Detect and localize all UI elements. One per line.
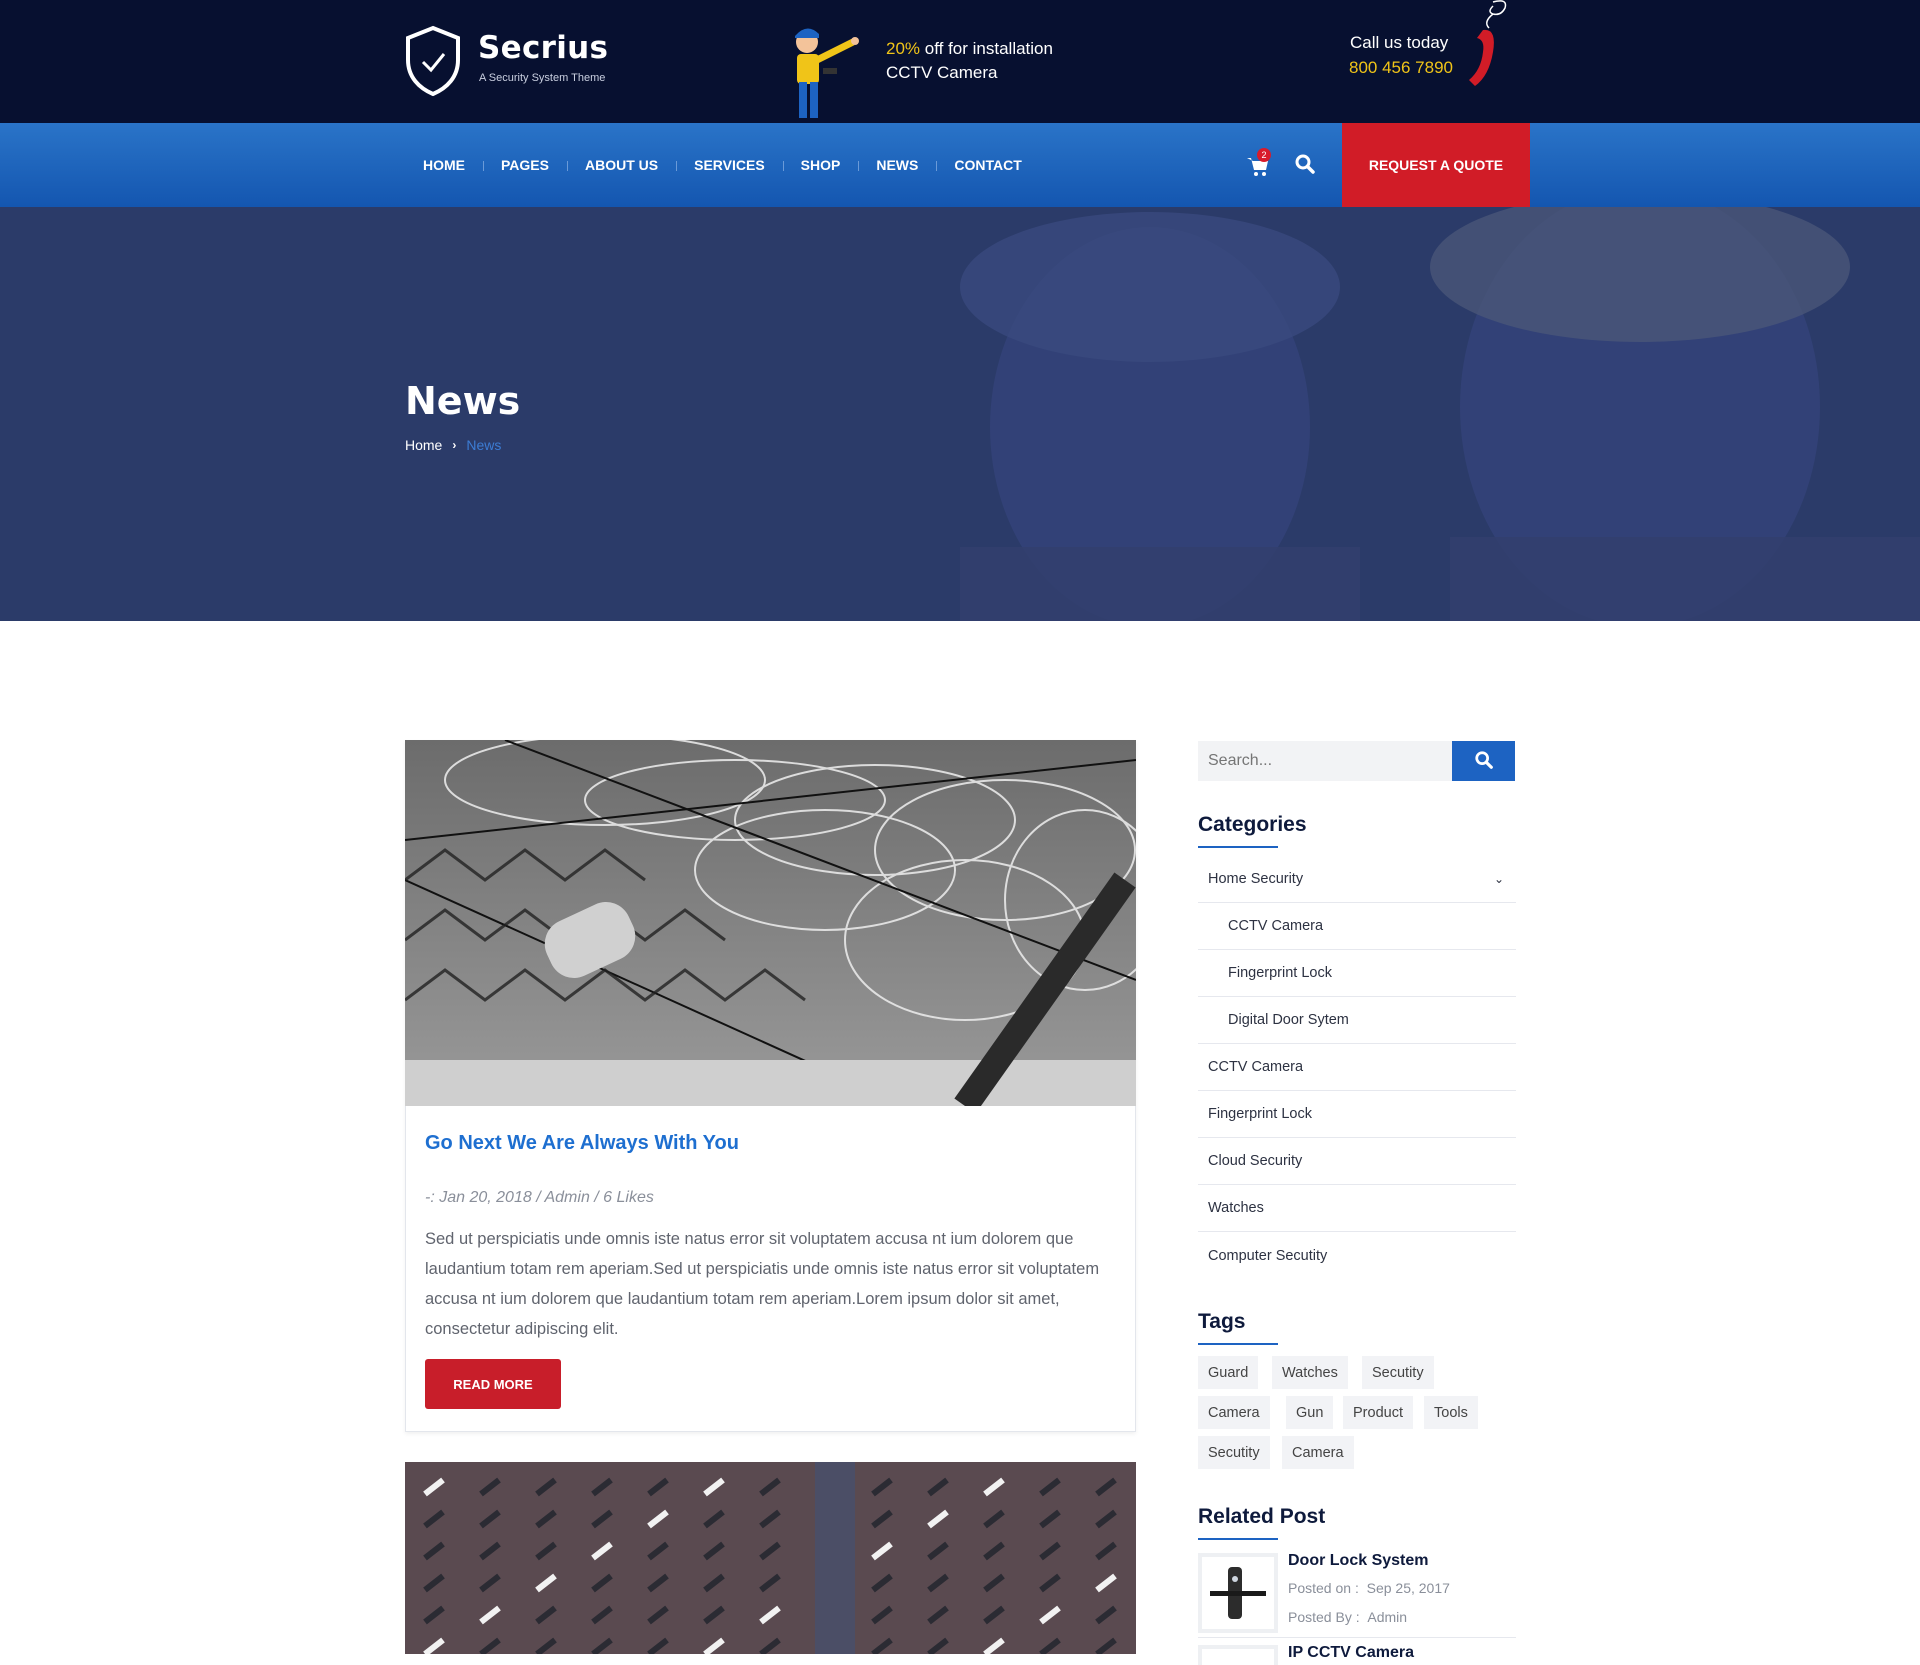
- breadcrumb: Home › News: [405, 437, 501, 453]
- page-title: News: [405, 379, 521, 423]
- tag[interactable]: Product: [1343, 1396, 1413, 1429]
- tags-title: Tags: [1198, 1310, 1246, 1333]
- related-post-title: Related Post: [1198, 1505, 1326, 1528]
- request-quote-button[interactable]: REQUEST A QUOTE: [1342, 123, 1530, 207]
- phone-handset-icon: [1469, 0, 1507, 86]
- cart-count-badge: 2: [1257, 148, 1271, 162]
- call-number[interactable]: 800 456 7890: [1349, 58, 1453, 78]
- category-label: CCTV Camera: [1208, 1059, 1304, 1075]
- category-label: Fingerprint Lock: [1208, 1106, 1312, 1122]
- brand-name[interactable]: Secrius: [478, 30, 608, 66]
- related-post-thumbnail[interactable]: [1198, 1553, 1278, 1633]
- category-label: CCTV Camera: [1228, 918, 1324, 934]
- promo-line-2: CCTV Camera: [886, 63, 998, 82]
- tag[interactable]: Secutity: [1198, 1436, 1270, 1469]
- category-subitem[interactable]: CCTV Camera: [1198, 903, 1516, 950]
- category-item[interactable]: Fingerprint Lock: [1198, 1091, 1516, 1138]
- related-post-link[interactable]: Door Lock System: [1288, 1552, 1428, 1570]
- tag[interactable]: Guard: [1198, 1356, 1259, 1389]
- top-header: Secrius A Security System Theme 20% off …: [0, 0, 1920, 123]
- promo-highlight: 20%: [886, 39, 921, 58]
- posted-by-author: Admin: [1367, 1609, 1408, 1625]
- tag[interactable]: Camera: [1198, 1396, 1270, 1429]
- related-post-date: Posted on : Sep 25, 2017: [1288, 1580, 1450, 1596]
- category-item[interactable]: Watches: [1198, 1185, 1516, 1232]
- post-image-2[interactable]: [405, 1462, 1136, 1654]
- post-image[interactable]: [405, 740, 1136, 1106]
- door-lock-image: [1210, 1567, 1266, 1619]
- categories-underline: [1198, 846, 1278, 848]
- installer-mascot-icon: [795, 28, 859, 118]
- post-excerpt: Sed ut perspiciatis unde omnis iste natu…: [425, 1230, 1100, 1338]
- posted-on-label: Posted on :: [1288, 1580, 1359, 1596]
- category-item[interactable]: CCTV Camera: [1198, 1044, 1516, 1091]
- category-label: Home Security: [1208, 871, 1304, 887]
- category-subitem[interactable]: Digital Door Sytem: [1198, 997, 1516, 1044]
- sidebar-search-input[interactable]: [1198, 741, 1452, 781]
- category-item[interactable]: Computer Secutity: [1198, 1232, 1516, 1279]
- chevron-right-icon: ›: [452, 438, 457, 452]
- posted-by-label: Posted By :: [1288, 1609, 1360, 1625]
- banner-background-image: [0, 207, 1920, 621]
- main-nav: HOME PAGES ABOUT US SERVICES SHOP NEWS C…: [0, 123, 1920, 207]
- related-divider: [1198, 1637, 1516, 1638]
- related-post-thumbnail[interactable]: [1198, 1645, 1278, 1665]
- category-label: Digital Door Sytem: [1228, 1012, 1349, 1028]
- search-icon: [1474, 750, 1493, 769]
- breadcrumb-home[interactable]: Home: [405, 437, 442, 453]
- brand-tagline: A Security System Theme: [479, 72, 606, 84]
- chevron-down-icon[interactable]: ⌄: [1494, 872, 1504, 886]
- tag[interactable]: Camera: [1282, 1436, 1354, 1469]
- post-title[interactable]: Go Next We Are Always With You: [425, 1132, 739, 1155]
- category-label: Fingerprint Lock: [1228, 965, 1332, 981]
- tag[interactable]: Gun: [1286, 1396, 1334, 1429]
- related-post-underline: [1198, 1538, 1278, 1540]
- promo-line-1-text: off for installation: [920, 39, 1053, 58]
- read-more-button[interactable]: READ MORE: [425, 1359, 561, 1409]
- posted-on-date: Sep 25, 2017: [1366, 1580, 1450, 1596]
- tags-underline: [1198, 1343, 1278, 1345]
- tag[interactable]: Watches: [1272, 1356, 1348, 1389]
- call-label: Call us today: [1350, 33, 1449, 52]
- shield-check-icon[interactable]: [405, 25, 461, 97]
- category-label: Computer Secutity: [1208, 1247, 1328, 1264]
- search-icon[interactable]: [1294, 153, 1316, 175]
- category-item[interactable]: Home Security ⌄: [1198, 856, 1516, 903]
- page-banner: News Home › News: [0, 207, 1920, 621]
- related-post-author: Posted By : Admin: [1288, 1609, 1407, 1625]
- categories-title: Categories: [1198, 813, 1307, 836]
- post-meta: -: Jan 20, 2018 / Admin / 6 Likes: [425, 1189, 654, 1206]
- tag[interactable]: Secutity: [1362, 1356, 1434, 1389]
- category-label: Watches: [1208, 1200, 1264, 1216]
- promo-line-1: 20% off for installation: [886, 39, 1053, 59]
- category-label: Cloud Security: [1208, 1153, 1303, 1169]
- category-item[interactable]: Cloud Security: [1198, 1138, 1516, 1185]
- category-subitem[interactable]: Fingerprint Lock: [1198, 950, 1516, 997]
- breadcrumb-current: News: [466, 437, 502, 453]
- tag[interactable]: Tools: [1424, 1396, 1478, 1429]
- sidebar-search-button[interactable]: [1452, 741, 1515, 781]
- related-post-link[interactable]: IP CCTV Camera: [1288, 1644, 1414, 1662]
